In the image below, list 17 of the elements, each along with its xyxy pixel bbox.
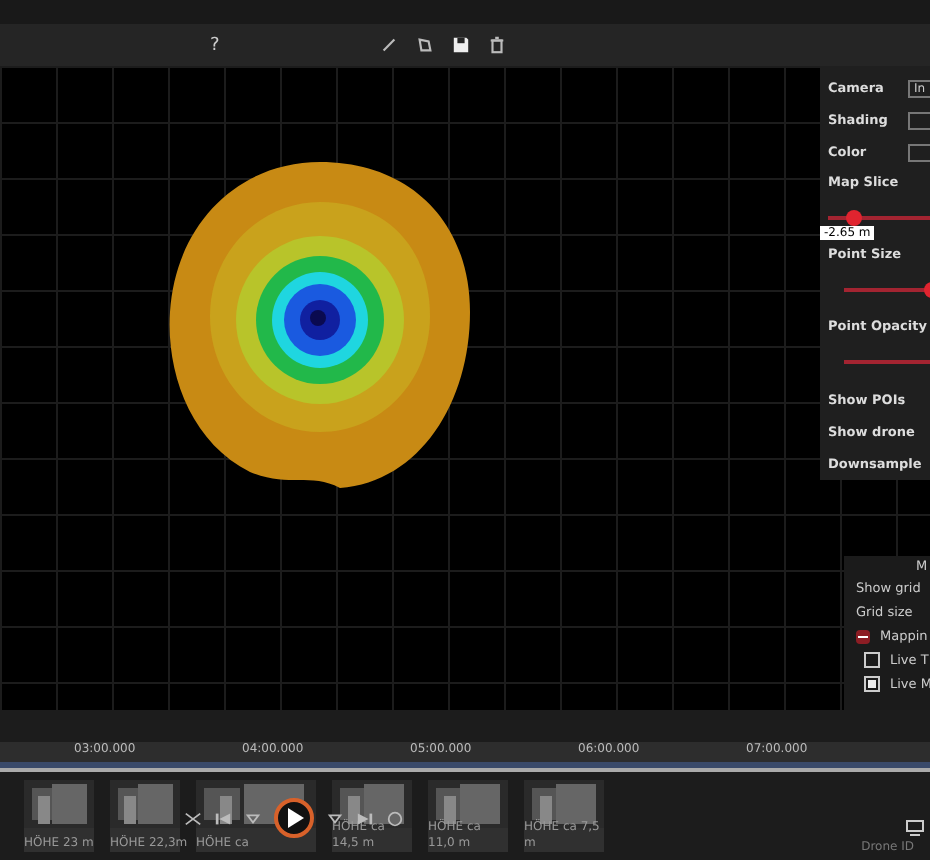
help-button[interactable]: ? <box>210 35 370 55</box>
loop-button[interactable] <box>386 809 404 827</box>
polygon-icon[interactable] <box>415 36 433 54</box>
group-toggle[interactable] <box>856 629 870 643</box>
layer-checkbox[interactable] <box>864 652 880 668</box>
pencil-icon[interactable] <box>379 36 397 54</box>
setting-dropdown[interactable] <box>908 111 930 129</box>
layer-checkbox[interactable] <box>864 676 880 692</box>
step-back-button[interactable] <box>244 809 262 827</box>
trash-icon[interactable] <box>487 36 505 54</box>
setting-dropdown[interactable] <box>908 143 930 161</box>
skip-back-button[interactable] <box>214 809 232 827</box>
play-icon <box>285 808 303 828</box>
slider-thumb[interactable] <box>846 210 863 226</box>
monitor-icon[interactable] <box>906 820 924 836</box>
shuffle-button[interactable] <box>184 809 202 827</box>
save-icon[interactable] <box>451 36 469 54</box>
